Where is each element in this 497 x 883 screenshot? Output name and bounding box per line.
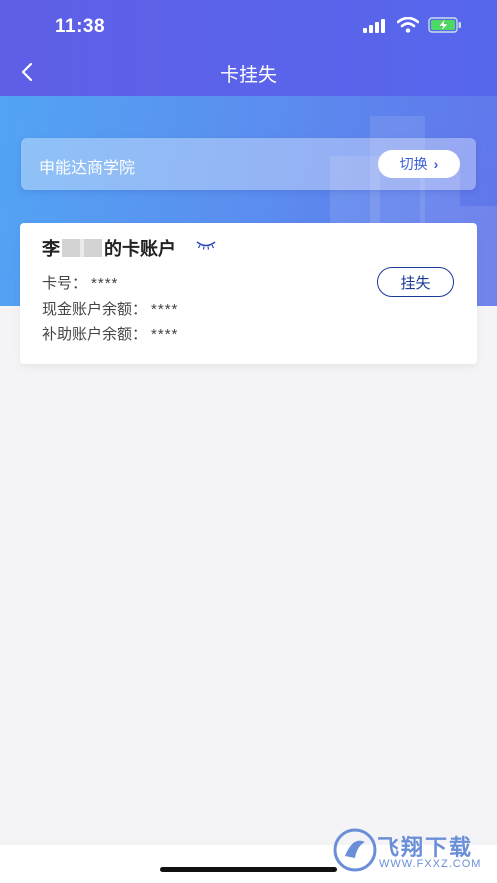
report-loss-button[interactable]: 挂失 xyxy=(377,267,454,297)
masked-name xyxy=(62,239,102,257)
card-number-value: **** xyxy=(91,275,119,292)
top-header: 11:38 卡挂失 xyxy=(0,0,497,96)
page-title: 卡挂失 xyxy=(219,65,277,86)
switch-label: 切换 xyxy=(399,156,428,172)
switch-school-button[interactable]: 切换 › xyxy=(378,150,460,178)
card-account-suffix: 的卡账户 xyxy=(104,239,176,259)
owner-surname: 李 xyxy=(42,239,60,259)
home-indicator[interactable] xyxy=(160,867,337,872)
watermark: 飞翔下载 WWW.FXXZ.COM xyxy=(331,826,493,876)
subsidy-balance-value: **** xyxy=(151,326,179,343)
subsidy-balance-label: 补助账户余额： xyxy=(42,326,148,343)
watermark-logo-icon xyxy=(333,828,377,872)
card-account-title: 李 的卡账户 xyxy=(42,235,176,261)
card-number-row: 卡号： **** xyxy=(42,272,118,293)
status-bar: 11:38 xyxy=(0,0,497,50)
chevron-right-icon: › xyxy=(433,156,439,172)
school-selector: 申能达商学院 切换 › xyxy=(21,138,476,190)
watermark-url: WWW.FXXZ.COM xyxy=(379,858,482,870)
signal-icon xyxy=(363,19,387,33)
wifi-icon xyxy=(397,17,419,33)
cash-balance-label: 现金账户余额： xyxy=(42,301,148,318)
battery-charging-icon xyxy=(428,17,461,33)
school-name: 申能达商学院 xyxy=(39,160,136,177)
cash-balance-row: 现金账户余额： **** xyxy=(42,298,178,319)
card-account-panel: 李 的卡账户 卡号： **** 现金账户余额： **** 补助账户余额： **** 挂… xyxy=(20,223,477,364)
status-time: 11:38 xyxy=(55,16,106,37)
subsidy-balance-row: 补助账户余额： **** xyxy=(42,323,178,344)
eye-closed-icon[interactable] xyxy=(196,240,216,250)
card-number-label: 卡号： xyxy=(42,275,88,292)
cash-balance-value: **** xyxy=(151,301,179,318)
